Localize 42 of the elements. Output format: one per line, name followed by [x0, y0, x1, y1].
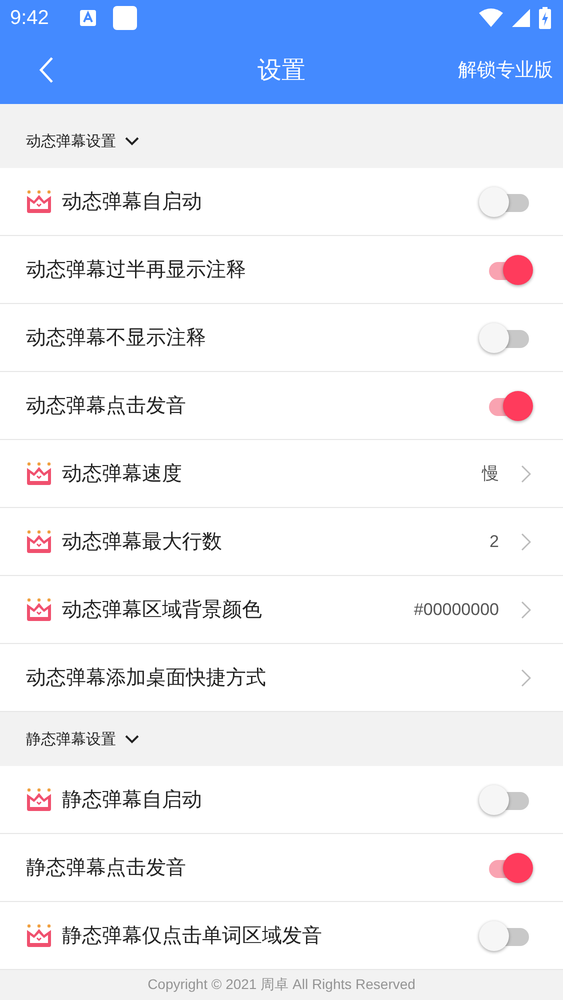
chevron-right-icon [521, 668, 531, 686]
settings-row[interactable]: 动态弹幕自启动 [0, 168, 563, 236]
section-header[interactable]: 动态弹幕设置 [0, 104, 563, 168]
setting-label: 动态弹幕最大行数 [62, 528, 222, 555]
battery-icon [539, 7, 551, 29]
section-title: 动态弹幕设置 [26, 132, 116, 150]
signal-icon [511, 8, 531, 28]
settings-row[interactable]: 静态弹幕自启动 [0, 766, 563, 834]
setting-label: 动态弹幕区域背景颜色 [62, 596, 262, 623]
chevron-right-icon [521, 600, 531, 618]
settings-row[interactable]: 动态弹幕过半再显示注释 [0, 236, 563, 304]
setting-label: 静态弹幕点击发音 [26, 854, 186, 881]
status-time: 9:42 [10, 6, 49, 30]
notification-icon [78, 9, 97, 27]
setting-label: 动态弹幕点击发音 [26, 392, 186, 419]
setting-label: 动态弹幕速度 [62, 460, 182, 487]
setting-label: 动态弹幕自启动 [62, 188, 202, 215]
page-title: 设置 [258, 55, 306, 86]
setting-value: #00000000 [414, 600, 499, 620]
setting-label: 动态弹幕不显示注释 [26, 324, 206, 351]
settings-row[interactable]: 动态弹幕点击发音 [0, 372, 563, 440]
settings-row[interactable]: 静态弹幕仅点击单词区域发音 [0, 902, 563, 970]
copyright-text: Copyright © 2021 周卓 All Rights Reserved [148, 976, 416, 994]
section-header[interactable]: 静态弹幕设置 [0, 712, 563, 766]
setting-label: 静态弹幕自启动 [62, 786, 202, 813]
settings-row[interactable]: 动态弹幕不显示注释 [0, 304, 563, 372]
setting-label: 动态弹幕过半再显示注释 [26, 256, 246, 283]
wifi-icon [479, 8, 503, 28]
setting-value: 2 [490, 532, 499, 552]
settings-row[interactable]: 静态弹幕点击发音 [0, 834, 563, 902]
section-title: 静态弹幕设置 [26, 730, 116, 748]
settings-row[interactable]: 动态弹幕添加桌面快捷方式 [0, 644, 563, 712]
setting-label: 静态弹幕仅点击单词区域发音 [62, 922, 322, 949]
chevron-right-icon [521, 532, 531, 550]
setting-label: 动态弹幕添加桌面快捷方式 [26, 664, 266, 691]
setting-value: 慢 [482, 463, 499, 485]
settings-row[interactable]: 动态弹幕最大行数 2 [0, 508, 563, 576]
settings-row[interactable]: 动态弹幕速度 慢 [0, 440, 563, 508]
back-icon [38, 56, 54, 84]
settings-row[interactable]: 动态弹幕区域背景颜色 #00000000 [0, 576, 563, 644]
chevron-right-icon [521, 464, 531, 482]
notification-icon [112, 6, 137, 30]
